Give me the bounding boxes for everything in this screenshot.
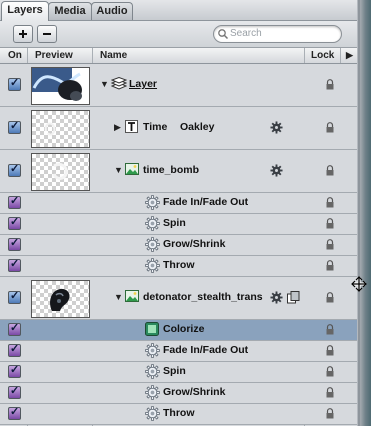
remove-layer-button[interactable] bbox=[37, 25, 57, 43]
visibility-checkbox[interactable] bbox=[8, 162, 21, 177]
canvas-edge bbox=[357, 0, 371, 426]
layer-name[interactable]: Throw bbox=[163, 259, 195, 271]
layer-name[interactable]: Time bbox=[143, 121, 167, 133]
column-lock[interactable]: Lock bbox=[311, 48, 334, 63]
visibility-checkbox[interactable] bbox=[8, 384, 21, 399]
lock-icon[interactable] bbox=[326, 387, 334, 398]
effect-row[interactable]: Throw bbox=[0, 256, 357, 277]
behavior-icon bbox=[145, 258, 160, 276]
layer-thumbnail bbox=[31, 153, 90, 191]
tab-bar: Layers Media Audio bbox=[0, 0, 357, 21]
column-expand-arrow-icon[interactable]: ▶ bbox=[346, 48, 353, 63]
plus-icon bbox=[19, 30, 27, 38]
lock-icon[interactable] bbox=[326, 324, 334, 335]
lock-icon[interactable] bbox=[326, 345, 334, 356]
layers-panel: Layers Media Audio Search On Preview Nam… bbox=[0, 0, 357, 426]
toolbar: Search bbox=[0, 21, 357, 48]
filter-icon bbox=[145, 322, 159, 339]
effect-row[interactable]: Throw bbox=[0, 404, 357, 425]
effect-row[interactable]: Fade In/Fade Out bbox=[0, 193, 357, 214]
visibility-checkbox[interactable] bbox=[8, 321, 21, 336]
layer-thumbnail bbox=[31, 110, 90, 148]
visibility-checkbox[interactable] bbox=[8, 342, 21, 357]
lock-icon[interactable] bbox=[326, 408, 334, 419]
lock-icon[interactable] bbox=[326, 218, 334, 229]
layer-name[interactable]: Layer bbox=[129, 78, 157, 90]
resize-cursor-icon bbox=[351, 276, 367, 292]
lock-icon[interactable] bbox=[326, 197, 334, 208]
disclosure-expanded-icon[interactable]: ▼ bbox=[100, 79, 109, 89]
behavior-icon bbox=[145, 343, 160, 361]
column-preview[interactable]: Preview bbox=[35, 48, 73, 63]
disclosure-collapsed-icon[interactable]: ▶ bbox=[114, 122, 121, 133]
image-layer-icon bbox=[125, 290, 139, 305]
lock-icon[interactable] bbox=[326, 122, 334, 133]
column-name[interactable]: Name bbox=[100, 48, 127, 63]
filters-stack-icon[interactable] bbox=[287, 291, 300, 307]
visibility-checkbox[interactable] bbox=[8, 363, 21, 378]
visibility-checkbox[interactable] bbox=[8, 405, 21, 420]
lock-icon[interactable] bbox=[326, 260, 334, 271]
tab-layers[interactable]: Layers bbox=[1, 1, 49, 21]
layer-name[interactable]: Fade In/Fade Out bbox=[163, 344, 248, 356]
visibility-checkbox[interactable] bbox=[8, 289, 21, 304]
magnifier-icon bbox=[218, 29, 229, 40]
image-layer-icon bbox=[125, 163, 139, 178]
layer-thumbnail bbox=[31, 280, 90, 318]
visibility-checkbox[interactable] bbox=[8, 257, 21, 272]
lock-icon[interactable] bbox=[326, 366, 334, 377]
search-field[interactable]: Search bbox=[213, 25, 342, 43]
lock-icon[interactable] bbox=[326, 79, 334, 90]
group-icon bbox=[110, 76, 128, 94]
behavior-icon bbox=[145, 216, 160, 234]
visibility-checkbox[interactable] bbox=[8, 215, 21, 230]
lock-icon[interactable] bbox=[326, 292, 334, 303]
text-layer-content: Oakley bbox=[180, 121, 215, 133]
layer-name[interactable]: Grow/Shrink bbox=[163, 386, 225, 398]
has-behaviors-gear-icon[interactable] bbox=[270, 121, 283, 134]
layer-row[interactable]: ▼ detonator_stealth_trans bbox=[0, 277, 357, 320]
column-on[interactable]: On bbox=[8, 48, 22, 63]
behavior-icon bbox=[145, 237, 160, 255]
layer-name[interactable]: Spin bbox=[163, 365, 186, 377]
effect-row[interactable]: Colorize bbox=[0, 320, 357, 341]
layer-row[interactable]: ▼ time_bomb bbox=[0, 150, 357, 193]
disclosure-expanded-icon[interactable]: ▼ bbox=[114, 165, 123, 175]
effect-row[interactable]: Spin bbox=[0, 214, 357, 235]
layer-row[interactable]: ▼ Layer bbox=[0, 64, 357, 107]
layer-name[interactable]: Grow/Shrink bbox=[163, 238, 225, 250]
has-behaviors-gear-icon[interactable] bbox=[270, 291, 283, 304]
column-header: On Preview Name Lock ▶ bbox=[0, 48, 357, 64]
visibility-checkbox[interactable] bbox=[8, 236, 21, 251]
visibility-checkbox[interactable] bbox=[8, 194, 21, 209]
layer-name[interactable]: time_bomb bbox=[143, 164, 199, 176]
tab-audio[interactable]: Audio bbox=[91, 2, 133, 20]
behavior-icon bbox=[145, 406, 160, 424]
text-layer-icon bbox=[125, 120, 138, 136]
visibility-checkbox[interactable] bbox=[8, 119, 21, 134]
visibility-checkbox[interactable] bbox=[8, 76, 21, 91]
layer-thumbnail bbox=[31, 67, 90, 105]
lock-icon[interactable] bbox=[326, 239, 334, 250]
has-behaviors-gear-icon[interactable] bbox=[270, 164, 283, 177]
lock-icon[interactable] bbox=[326, 165, 334, 176]
effect-row[interactable]: Spin bbox=[0, 362, 357, 383]
disclosure-expanded-icon[interactable]: ▼ bbox=[114, 292, 123, 302]
minus-icon bbox=[43, 33, 51, 35]
layer-name[interactable]: Fade In/Fade Out bbox=[163, 196, 248, 208]
layer-name[interactable]: Spin bbox=[163, 217, 186, 229]
layer-name[interactable]: Throw bbox=[163, 407, 195, 419]
layer-name[interactable]: detonator_stealth_trans bbox=[143, 291, 263, 303]
tab-media[interactable]: Media bbox=[48, 2, 92, 20]
search-placeholder: Search bbox=[230, 28, 262, 39]
layer-name[interactable]: Colorize bbox=[163, 323, 204, 335]
effect-row[interactable]: Grow/Shrink bbox=[0, 235, 357, 256]
effect-row[interactable]: Fade In/Fade Out bbox=[0, 341, 357, 362]
behavior-icon bbox=[145, 385, 160, 403]
add-layer-button[interactable] bbox=[13, 25, 33, 43]
behavior-icon bbox=[145, 364, 160, 382]
behavior-icon bbox=[145, 195, 160, 213]
effect-row[interactable]: Grow/Shrink bbox=[0, 383, 357, 404]
layer-row[interactable]: ▶ Time Oakley bbox=[0, 107, 357, 150]
